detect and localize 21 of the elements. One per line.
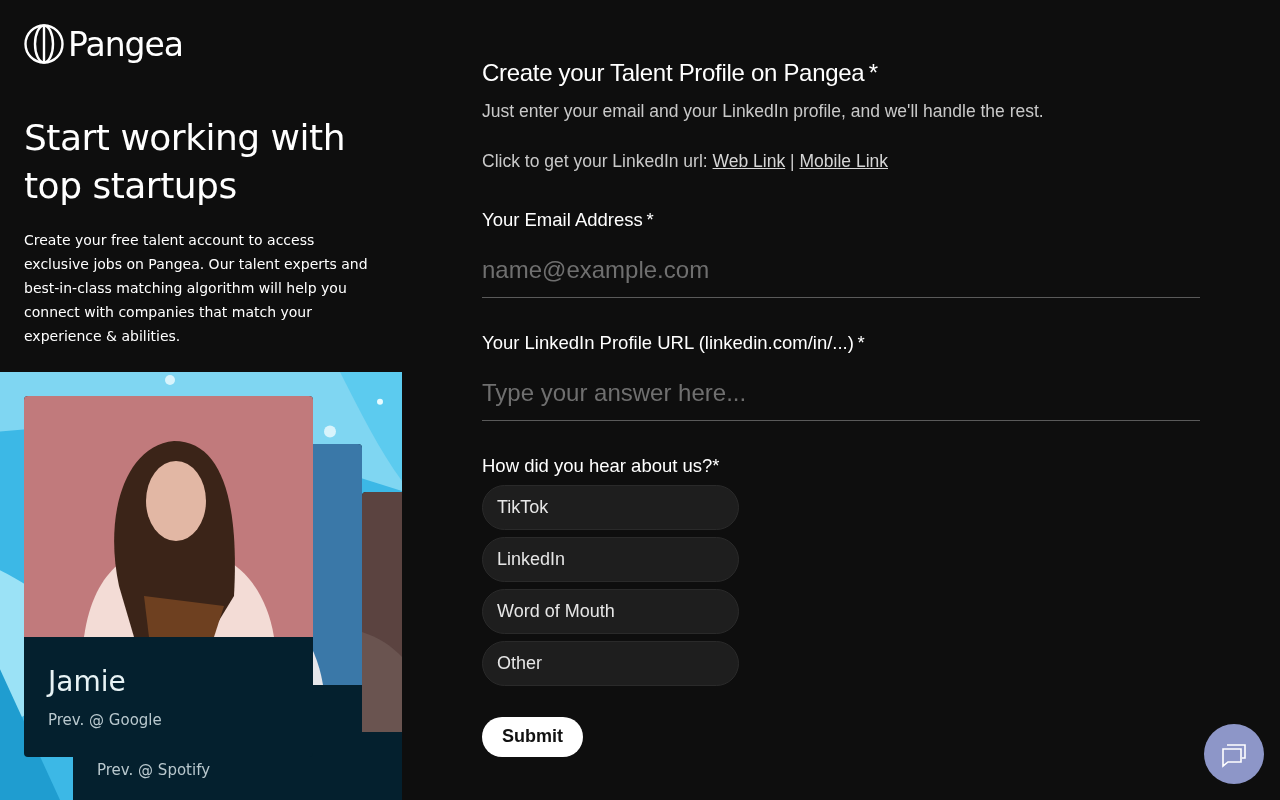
link-separator: |: [790, 151, 795, 172]
form-subtitle: Just enter your email and your LinkedIn profile, and we'll handle the rest.: [482, 100, 1045, 123]
form-title: Create your Talent Profile on Pangea *: [482, 58, 879, 88]
option-button[interactable]: Word of Mouth: [482, 588, 739, 634]
option-button[interactable]: Other: [482, 640, 739, 686]
question-label: How did you hear about us?*: [482, 453, 721, 478]
option-button[interactable]: LinkedIn: [482, 536, 739, 582]
field-label: Your LinkedIn Profile URL (linkedin.com/in/...) *: [482, 330, 866, 355]
option-button[interactable]: TikTok: [482, 484, 739, 530]
link-prompt: Click to get your LinkedIn url:: [482, 151, 708, 172]
logo-text: Pangea: [68, 27, 184, 61]
input-field[interactable]: name@example.com: [482, 241, 1200, 298]
field-label: Your Email Address *: [482, 207, 655, 232]
hero-description: Create your free talent account to access exclusive jobs on Pangea. Our talent experts and best-in-class matching algorithm will help you connect with companies that match your experience & abilities.: [24, 231, 369, 346]
input-field[interactable]: Type your answer here...: [482, 364, 1200, 421]
globe-logo-icon: [24, 24, 64, 64]
hero-title: Start working with top startups: [24, 116, 346, 208]
linkedin-link[interactable]: Mobile Link: [799, 151, 888, 172]
chat-button[interactable]: [1204, 724, 1264, 784]
submit-button[interactable]: Submit: [482, 716, 583, 757]
linkedin-link[interactable]: Web Link: [712, 151, 786, 172]
